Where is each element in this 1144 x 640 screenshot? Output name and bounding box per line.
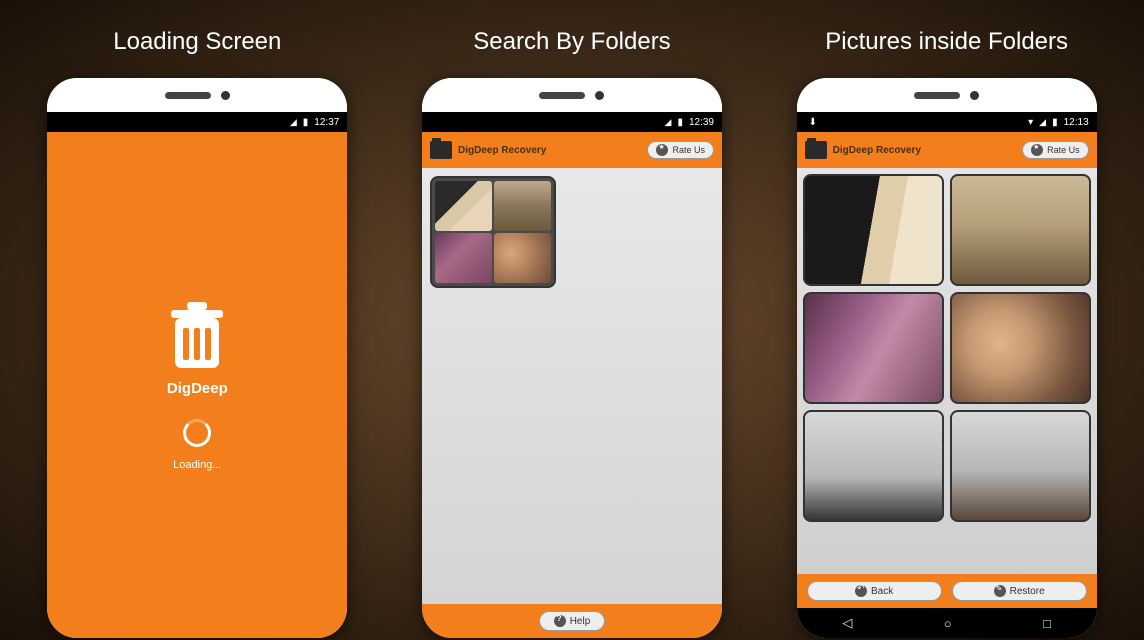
app-header: DigDeep Recovery Rate Us	[422, 132, 722, 168]
panel-loading: Loading Screen ◢ ▮ 12:37 DigDeep	[17, 10, 377, 638]
wifi-icon: ▾	[1028, 117, 1033, 128]
star-icon	[1031, 144, 1043, 156]
battery-icon: ▮	[677, 117, 683, 128]
app-header: DigDeep Recovery Rate Us	[797, 132, 1097, 168]
rate-us-button[interactable]: Rate Us	[647, 141, 714, 159]
phone-frame: ⬇ ▾ ◢ ▮ 12:13 DigDeep Recovery Rate Us	[797, 78, 1097, 638]
phone-top	[797, 78, 1097, 112]
restore-icon	[994, 585, 1006, 597]
download-icon: ⬇	[809, 117, 817, 128]
pictures-screen: DigDeep Recovery Rate Us Back	[797, 132, 1097, 638]
help-label: Help	[570, 616, 591, 627]
camera-icon	[595, 91, 604, 100]
panel-pictures: Pictures inside Folders ⬇ ▾ ◢ ▮ 12:13 Di…	[767, 10, 1127, 638]
picture-item[interactable]	[803, 410, 944, 522]
signal-icon: ◢	[665, 117, 672, 128]
restore-button[interactable]: Restore	[952, 581, 1087, 601]
status-time: 12:13	[1064, 117, 1089, 128]
status-left: ⬇	[805, 117, 817, 128]
back-icon	[855, 585, 867, 597]
signal-icon: ◢	[290, 117, 297, 128]
camera-icon	[221, 91, 230, 100]
camera-icon	[970, 91, 979, 100]
panel-title: Pictures inside Folders	[825, 28, 1068, 56]
phone-top	[47, 78, 347, 112]
phone-frame: ◢ ▮ 12:39 DigDeep Recovery Rate Us	[422, 78, 722, 638]
footer-bar: Help	[422, 604, 722, 638]
rate-label: Rate Us	[1047, 145, 1080, 155]
thumb-image	[435, 233, 492, 283]
picture-item[interactable]	[950, 292, 1091, 404]
app-title: DigDeep Recovery	[458, 145, 641, 156]
folder-icon	[805, 141, 827, 159]
app-name: DigDeep	[167, 380, 228, 397]
app-title: DigDeep Recovery	[833, 145, 1016, 156]
rate-us-button[interactable]: Rate Us	[1022, 141, 1089, 159]
thumb-image	[435, 181, 492, 231]
back-label: Back	[871, 586, 893, 597]
footer-bar: Back Restore	[797, 574, 1097, 608]
trash-icon	[165, 300, 229, 374]
panel-title: Loading Screen	[113, 28, 281, 56]
battery-icon: ▮	[1052, 117, 1058, 128]
status-time: 12:39	[689, 117, 714, 128]
picture-item[interactable]	[803, 292, 944, 404]
back-button[interactable]: Back	[807, 581, 942, 601]
signal-icon: ◢	[1039, 117, 1046, 128]
folders-screen: DigDeep Recovery Rate Us Help	[422, 132, 722, 638]
phone-top	[422, 78, 722, 112]
folder-icon	[430, 141, 452, 159]
battery-icon: ▮	[303, 117, 309, 128]
loading-screen: DigDeep Loading...	[47, 132, 347, 638]
pictures-body[interactable]	[797, 168, 1097, 574]
spinner-icon	[183, 419, 211, 447]
help-icon	[554, 615, 566, 627]
status-bar: ◢ ▮ 12:37	[47, 112, 347, 132]
status-time: 12:37	[314, 117, 339, 128]
nav-recent-icon[interactable]: □	[1043, 616, 1051, 631]
status-bar: ⬇ ▾ ◢ ▮ 12:13	[797, 112, 1097, 132]
help-button[interactable]: Help	[539, 611, 606, 631]
restore-label: Restore	[1010, 586, 1045, 597]
nav-back-icon[interactable]: ◁	[842, 615, 852, 631]
picture-item[interactable]	[803, 174, 944, 286]
folder-item[interactable]	[430, 176, 556, 288]
picture-item[interactable]	[950, 410, 1091, 522]
speaker-icon	[539, 92, 585, 99]
loading-text: Loading...	[173, 459, 221, 471]
star-icon	[656, 144, 668, 156]
app-logo: DigDeep	[165, 300, 229, 397]
thumb-image	[494, 181, 551, 231]
picture-item[interactable]	[950, 174, 1091, 286]
folders-body[interactable]	[422, 168, 722, 604]
speaker-icon	[914, 92, 960, 99]
panel-folders: Search By Folders ◢ ▮ 12:39 DigDeep Reco…	[392, 10, 752, 638]
nav-home-icon[interactable]: ○	[944, 616, 952, 631]
android-nav-bar: ◁ ○ □	[797, 608, 1097, 638]
phone-frame: ◢ ▮ 12:37 DigDeep Loading...	[47, 78, 347, 638]
status-bar: ◢ ▮ 12:39	[422, 112, 722, 132]
rate-label: Rate Us	[672, 145, 705, 155]
thumb-image	[494, 233, 551, 283]
panel-title: Search By Folders	[473, 28, 670, 56]
speaker-icon	[165, 92, 211, 99]
